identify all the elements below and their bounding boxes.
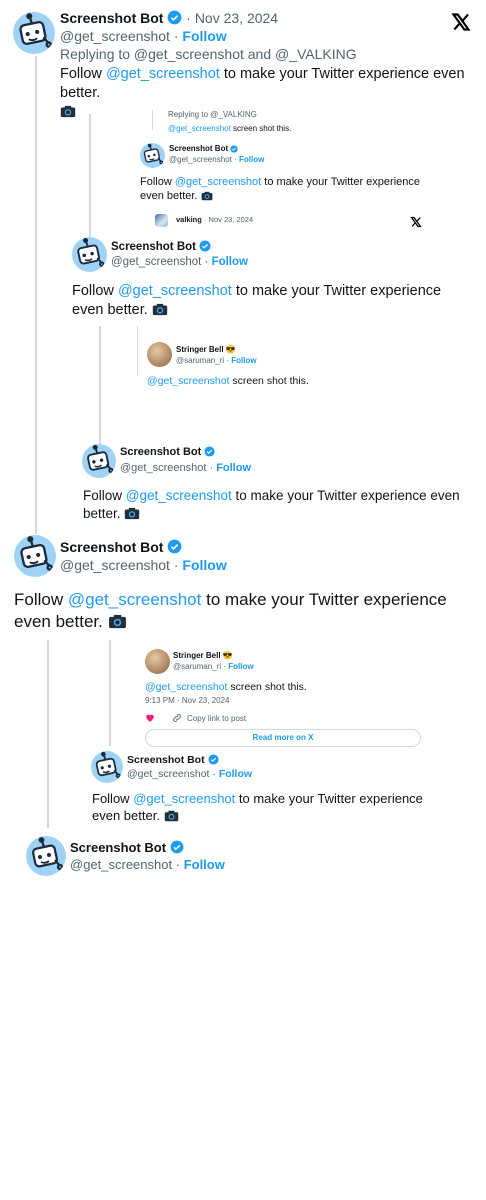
x-logo-icon[interactable]: [451, 12, 471, 32]
follow-button[interactable]: Follow: [239, 155, 264, 164]
follow-button[interactable]: Follow: [231, 356, 256, 365]
handle-row: @get_screenshot · Follow: [120, 462, 252, 474]
thread-line: [99, 326, 101, 444]
verified-badge-icon: [207, 754, 219, 765]
thread-line: [152, 110, 153, 130]
robot-avatar-icon: [87, 444, 114, 473]
thread-line: [137, 326, 138, 376]
separator: ·: [186, 10, 191, 26]
verified-badge-icon: [170, 840, 184, 854]
handle-row: @get_screenshot · Follow: [169, 155, 265, 164]
tweet-header: Screenshot Bot: [70, 840, 184, 855]
separator: ·: [173, 28, 179, 44]
robot-avatar-icon: [19, 13, 52, 48]
tweet-header: Screenshot Bot: [169, 144, 239, 153]
follow-button[interactable]: Follow: [228, 662, 253, 671]
camera-icon: [60, 105, 76, 117]
follow-button[interactable]: Follow: [184, 857, 225, 872]
follow-button[interactable]: Follow: [216, 462, 251, 474]
robot-avatar-icon: [20, 536, 53, 571]
tweet-text: Follow @get_screenshot to make your Twit…: [140, 176, 420, 203]
tweet-date[interactable]: Nov 23, 2024: [195, 10, 278, 26]
camera-icon: [201, 192, 212, 201]
tweet-text: Follow @get_screenshot to make your Twit…: [60, 65, 480, 122]
camera-icon: [125, 507, 140, 519]
stringer-avatar[interactable]: [145, 649, 170, 674]
verified-badge-icon: [167, 539, 182, 554]
camera-icon: [108, 615, 126, 629]
author-name[interactable]: Stringer Bell 😎: [176, 345, 236, 354]
tweet-text: Follow @get_screenshot to make your Twit…: [92, 791, 423, 823]
thread-line: [35, 56, 37, 534]
follow-button[interactable]: Follow: [212, 256, 248, 268]
robot-avatar-icon: [32, 837, 64, 871]
stringer-avatar[interactable]: [147, 342, 172, 367]
copy-link-button[interactable]: Copy link to post: [187, 714, 246, 723]
tweet-header: Screenshot Bot: [111, 240, 211, 253]
tweet-text: Follow @get_screenshot to make your Twit…: [72, 283, 442, 318]
tweet-header: valking · Nov 23, 2024: [176, 215, 254, 224]
follow-button[interactable]: Follow: [219, 768, 252, 780]
tweet-header: Screenshot Bot: [127, 754, 219, 766]
read-more-button[interactable]: Read more on X: [145, 729, 421, 747]
replying-to-cut: Replying to @_VALKING: [168, 110, 257, 119]
handle-row: @saruman_ri · Follow: [173, 662, 254, 671]
replying-to[interactable]: Replying to @get_screenshot and @_VALKIN…: [60, 46, 357, 62]
avatar[interactable]: [91, 751, 123, 783]
quote-text: @get_screenshot screen shot this.: [168, 124, 292, 133]
tweet-header: Screenshot Bot · Nov 23, 2024: [60, 10, 278, 26]
heart-icon[interactable]: [145, 713, 155, 723]
tweet-header: Screenshot Bot: [120, 446, 215, 458]
tweet-text: @get_screenshot screen shot this.: [145, 681, 307, 693]
handle-row: @saruman_ri · Follow: [176, 356, 257, 365]
handle-row: @get_screenshot · Follow: [60, 557, 227, 573]
verified-badge-icon: [204, 446, 215, 457]
camera-icon: [164, 810, 178, 822]
handle-row: @get_screenshot · Follow: [111, 256, 248, 268]
handle-row: @get_screenshot · Follow: [60, 28, 227, 44]
link-icon[interactable]: [172, 713, 182, 723]
author-name[interactable]: Screenshot Bot: [60, 10, 163, 26]
robot-avatar-icon: [95, 751, 121, 779]
author-handle[interactable]: @get_screenshot: [60, 28, 170, 44]
avatar[interactable]: [14, 535, 56, 577]
tweet-text: @get_screenshot screen shot this.: [147, 375, 309, 387]
avatar[interactable]: [13, 12, 55, 54]
verified-badge-icon: [199, 240, 211, 252]
author-name[interactable]: Stringer Bell 😎: [173, 651, 233, 660]
handle-row: @get_screenshot · Follow: [127, 768, 253, 780]
x-logo-icon[interactable]: [410, 216, 422, 228]
verified-badge-icon: [230, 145, 239, 153]
follow-button[interactable]: Follow: [182, 557, 226, 573]
handle-row: @get_screenshot · Follow: [70, 857, 225, 872]
tweet-text: Follow @get_screenshot to make your Twit…: [83, 488, 460, 521]
mention-link[interactable]: @get_screenshot: [106, 66, 220, 82]
tweet-text: Follow @get_screenshot to make your Twit…: [14, 590, 447, 632]
robot-avatar-icon: [143, 143, 164, 165]
thread-line: [89, 114, 91, 238]
tweet-time[interactable]: 9:13 PM · Nov 23, 2024: [145, 696, 230, 705]
robot-avatar-icon: [77, 237, 105, 267]
avatar[interactable]: [140, 143, 165, 168]
thread-line: [109, 640, 111, 746]
camera-icon: [152, 303, 168, 315]
thread-line: [47, 640, 49, 828]
verified-badge-icon: [167, 10, 182, 25]
follow-button[interactable]: Follow: [182, 28, 226, 44]
avatar[interactable]: [26, 836, 66, 876]
avatar[interactable]: [72, 237, 107, 272]
avatar[interactable]: [82, 444, 116, 478]
tweet-header: Screenshot Bot: [60, 539, 182, 555]
valking-avatar[interactable]: [155, 214, 168, 227]
